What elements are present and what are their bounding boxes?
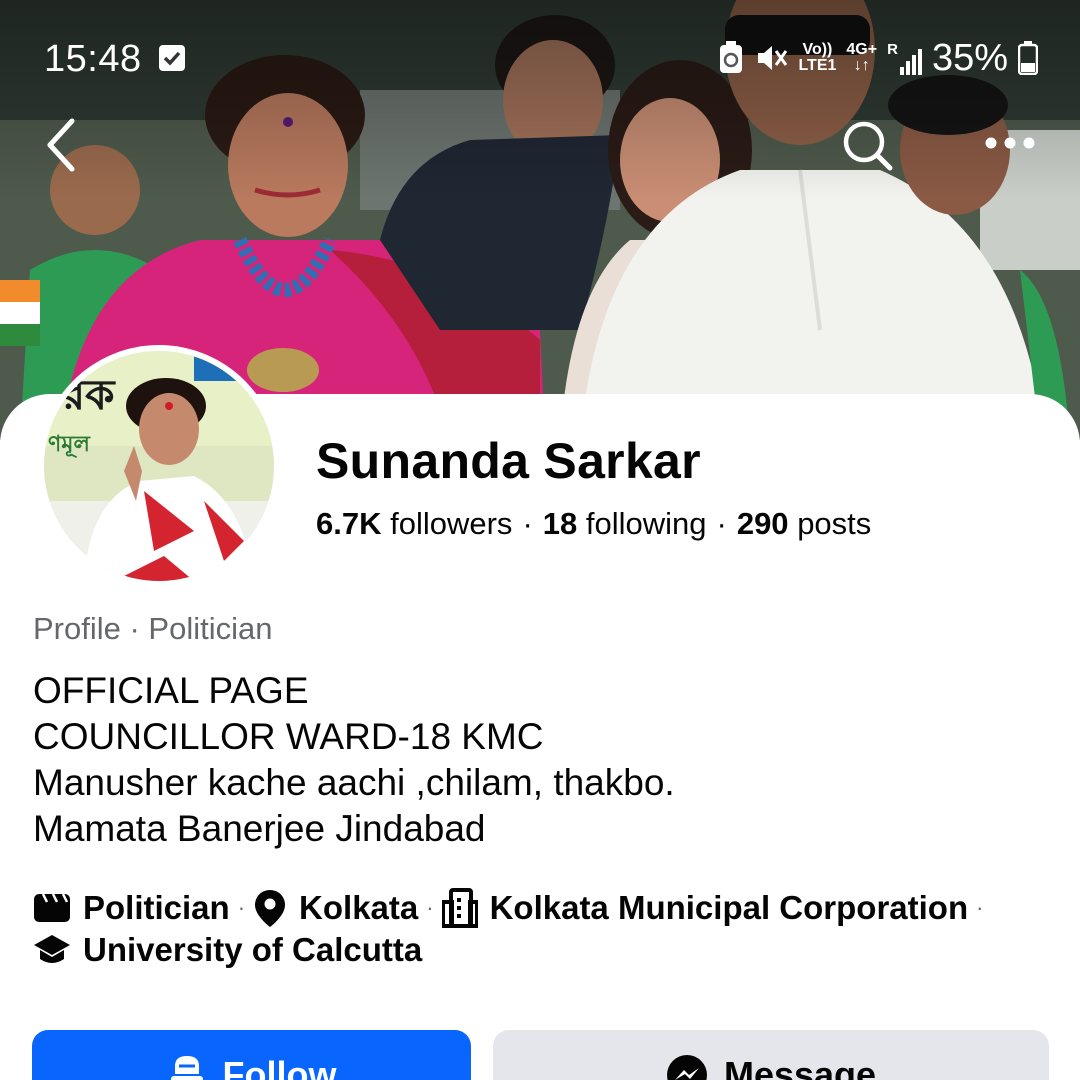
location-pin-icon [255,890,286,927]
search-icon[interactable] [840,118,896,174]
network-label: Vo)) LTE1 [798,41,837,74]
profile-details: Politician · Kolkata · Kolkata Municipal… [33,886,1053,972]
detail-category[interactable]: Politician [33,886,230,930]
status-icons: Vo)) LTE1 4G+ ↓↑ R 35% [718,36,1038,80]
bio-line: Mamata Banerjee Jindabad [33,808,486,849]
messenger-icon [666,1055,707,1080]
status-time: 15:48 [44,38,142,80]
status-bar: 15:48 Vo)) LTE1 4G+ ↓↑ R 35% [0,0,1080,110]
following-stat[interactable]: 18 following [543,506,707,541]
back-icon[interactable] [40,115,90,175]
bio-line: Manusher kache aachi ,chilam, thakbo. [33,762,675,803]
graduation-cap-icon [34,935,70,963]
battery-percentage: 35% [931,36,1008,79]
message-button[interactable]: Message [493,1030,1049,1080]
battery-saver-icon [720,41,743,73]
bio-line: OFFICIAL PAGE [33,670,309,711]
detail-education[interactable]: University of Calcutta [33,928,422,972]
mute-icon [758,46,788,70]
avatar-image: রক ণমূল [44,351,274,581]
followers-stat[interactable]: 6.7K followers [316,506,512,541]
bio-line: COUNCILLOR WARD-18 KMC [33,716,544,757]
profile-bio: OFFICIAL PAGE COUNCILLOR WARD-18 KMC Man… [33,668,675,852]
profile-avatar[interactable]: রক ণমূল [38,345,280,587]
more-icon[interactable] [982,128,1038,158]
message-label: Message [723,1054,877,1080]
follow-label: Follow [222,1054,337,1080]
signal-icon: R [887,41,922,75]
posts-stat[interactable]: 290 posts [737,506,871,541]
profile-name: Sunanda Sarkar [316,433,701,489]
building-icon [441,888,478,928]
network-generation: 4G+ ↓↑ [846,41,878,74]
follow-button[interactable]: Follow [32,1030,471,1080]
follow-icon [170,1056,203,1080]
category-icon [34,893,70,922]
profile-category: Profile · Politician [33,611,273,646]
checkbox-notification-icon [159,45,185,71]
detail-workplace[interactable]: Kolkata Municipal Corporation [441,886,968,930]
profile-stats: 6.7K followers · 18 following · 290 posts [316,506,872,541]
battery-icon [1018,41,1038,75]
svg-text:ণমূল: ণমূল [48,432,92,458]
detail-location[interactable]: Kolkata [253,886,418,930]
